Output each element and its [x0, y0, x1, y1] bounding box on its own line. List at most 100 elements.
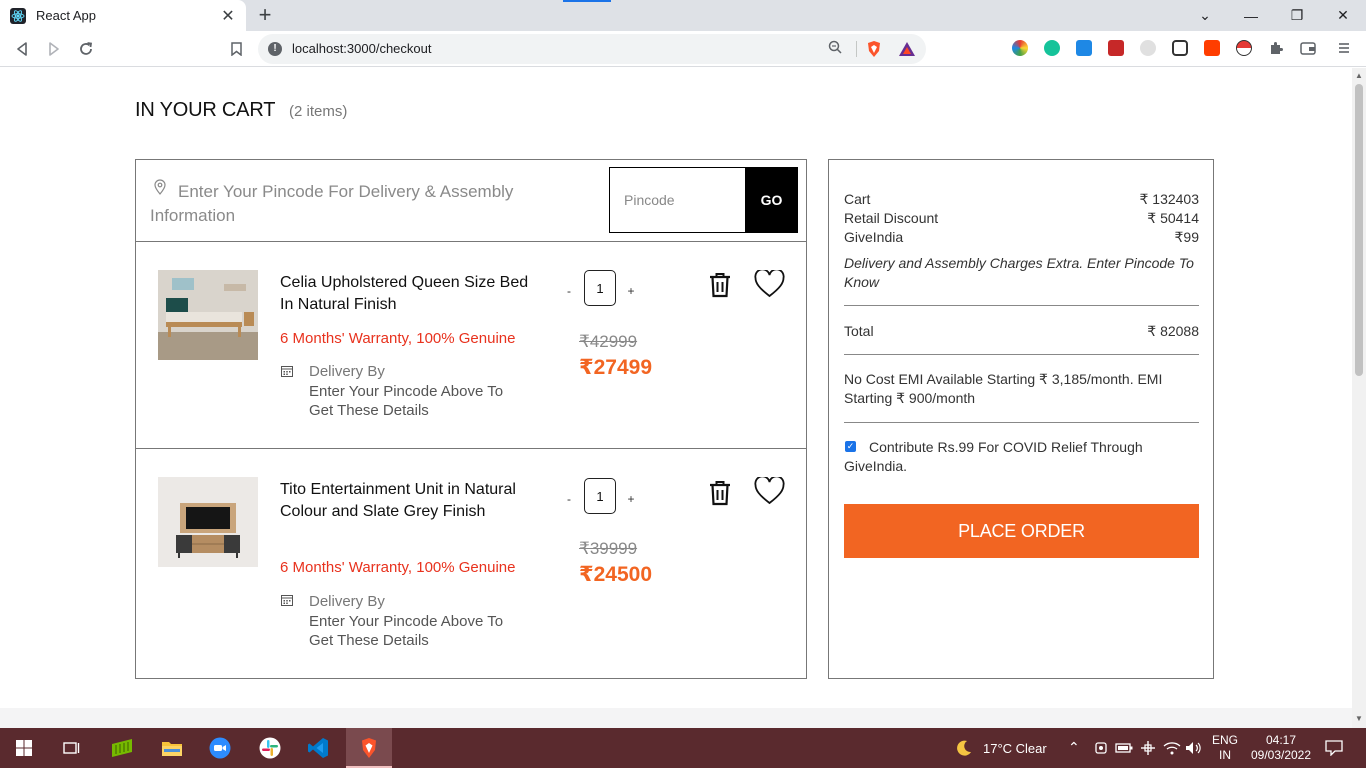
new-tab-button[interactable]: +: [256, 4, 274, 26]
discount-label: Retail Discount: [844, 210, 939, 226]
summary-cart-row: Cart ₹ 132403: [844, 191, 1199, 208]
scrollbar-thumb[interactable]: [1355, 84, 1363, 376]
omnibox-divider: [856, 41, 857, 57]
slack-app-icon[interactable]: [258, 736, 282, 760]
color-picker-extension-icon[interactable]: [1012, 40, 1028, 56]
pincode-go-button[interactable]: GO: [745, 167, 798, 233]
calendar-icon: [281, 364, 293, 377]
quantity-increase-button[interactable]: +: [626, 492, 636, 506]
browser-tab-strip: React App ✕ + ⌄ — ❐ ✕: [0, 0, 1366, 31]
url-text[interactable]: localhost:3000/checkout: [292, 41, 431, 56]
discount-value: ₹ 50414: [1147, 210, 1199, 226]
close-window-button[interactable]: ✕: [1320, 0, 1366, 31]
tray-app-icon[interactable]: [1089, 736, 1113, 760]
file-explorer-icon[interactable]: [160, 736, 184, 760]
windows-start-icon[interactable]: [12, 736, 36, 760]
screen-record-extension-icon[interactable]: [1172, 40, 1188, 56]
product-image-tv-unit[interactable]: [158, 477, 258, 567]
download-extension-icon[interactable]: [1076, 40, 1092, 56]
cart-item: Celia Upholstered Queen Size Bed In Natu…: [136, 242, 806, 449]
brave-browser-icon[interactable]: [357, 736, 381, 760]
scroll-down-icon[interactable]: ▼: [1354, 714, 1364, 724]
back-icon[interactable]: [10, 37, 34, 61]
weather-text[interactable]: 17°C Clear: [983, 741, 1047, 756]
brave-rewards-icon[interactable]: [898, 41, 916, 57]
emi-info: No Cost EMI Available Starting ₹ 3,185/m…: [844, 371, 1163, 406]
wallet-icon[interactable]: [1300, 40, 1316, 56]
address-bar[interactable]: ! localhost:3000/checkout: [258, 34, 926, 64]
extensions-puzzle-icon[interactable]: [1268, 40, 1284, 56]
site-info-icon[interactable]: !: [268, 42, 282, 56]
total-label: Total: [844, 323, 874, 339]
vscode-app-icon[interactable]: [306, 736, 330, 760]
wishlist-heart-icon[interactable]: [754, 475, 785, 505]
zoom-app-icon[interactable]: [208, 736, 232, 760]
place-order-button[interactable]: PLACE ORDER: [844, 504, 1199, 558]
original-price: ₹39999: [579, 539, 638, 558]
quantity-increase-button[interactable]: +: [626, 284, 636, 298]
nvidia-app-icon[interactable]: [110, 736, 134, 760]
pincode-section: Enter Your Pincode For Delivery & Assemb…: [136, 160, 806, 242]
minimize-button[interactable]: —: [1228, 0, 1274, 31]
delete-trash-icon[interactable]: [708, 272, 732, 298]
quantity-decrease-button[interactable]: -: [564, 284, 574, 298]
giveindia-label: GiveIndia: [844, 229, 904, 245]
language-indicator[interactable]: ENG IN: [1210, 733, 1240, 763]
extension-icon[interactable]: [1204, 40, 1220, 56]
delivery-info: Enter Your Pincode Above To Get These De…: [309, 383, 504, 419]
calendar-icon: [281, 593, 293, 606]
task-view-icon[interactable]: [60, 736, 84, 760]
quantity-value[interactable]: 1: [584, 270, 616, 306]
delete-trash-icon[interactable]: [708, 480, 732, 506]
wifi-icon[interactable]: [1160, 736, 1184, 760]
tab-close-icon[interactable]: ✕: [220, 6, 236, 26]
delivery-label: Delivery By: [309, 593, 385, 610]
bookmark-icon[interactable]: [224, 37, 248, 61]
forward-icon[interactable]: [42, 37, 66, 61]
tab-list-button[interactable]: ⌄: [1182, 0, 1228, 31]
reload-icon[interactable]: [74, 37, 98, 61]
browser-tab[interactable]: React App ✕: [0, 0, 246, 31]
delivery-info: Enter Your Pincode Above To Get These De…: [309, 613, 504, 649]
battery-icon[interactable]: [1112, 736, 1136, 760]
grammarly-extension-icon[interactable]: [1044, 40, 1060, 56]
quantity-decrease-button[interactable]: -: [564, 492, 574, 506]
pokeball-extension-icon[interactable]: [1236, 40, 1252, 56]
contribute-checkbox[interactable]: ✓: [845, 441, 856, 452]
summary-divider: [844, 422, 1199, 423]
cart-value: ₹ 132403: [1139, 191, 1199, 207]
menu-icon[interactable]: [1336, 40, 1352, 56]
page-scrollbar[interactable]: ▲ ▼: [1352, 68, 1366, 728]
windows-taskbar: 17°C Clear ⌃ ENG IN 04:17 09/03/2022: [0, 728, 1366, 768]
tray-chevron-up-icon[interactable]: ⌃: [1068, 739, 1080, 756]
tab-title: React App: [36, 8, 96, 23]
product-image-bed[interactable]: [158, 270, 258, 360]
extension-icon[interactable]: [1140, 40, 1156, 56]
summary-divider: [844, 305, 1199, 306]
pincode-prompt: Enter Your Pincode For Delivery & Assemb…: [150, 182, 514, 225]
restore-button[interactable]: ❐: [1274, 0, 1320, 31]
wishlist-heart-icon[interactable]: [754, 268, 785, 298]
quantity-value[interactable]: 1: [584, 478, 616, 514]
product-name[interactable]: Celia Upholstered Queen Size Bed In Natu…: [280, 272, 530, 316]
network-icon[interactable]: [1136, 736, 1160, 760]
volume-icon[interactable]: [1182, 736, 1206, 760]
clock-time: 04:17: [1265, 733, 1297, 747]
notifications-icon[interactable]: [1322, 736, 1346, 760]
product-name[interactable]: Tito Entertainment Unit in Natural Colou…: [280, 479, 530, 523]
weather-moon-icon[interactable]: [952, 736, 976, 760]
clock[interactable]: 04:17 09/03/2022: [1246, 733, 1316, 763]
summary-divider: [844, 354, 1199, 355]
language-code: ENG: [1211, 733, 1238, 747]
page-title: IN YOUR CART: [135, 99, 276, 121]
summary-discount-row: Retail Discount ₹ 50414: [844, 210, 1199, 227]
scroll-up-icon[interactable]: ▲: [1354, 71, 1364, 81]
zoom-icon[interactable]: [828, 40, 842, 57]
language-region: IN: [1219, 748, 1231, 762]
delivery-charges-note: Delivery and Assembly Charges Extra. Ent…: [844, 255, 1194, 290]
clock-date: 09/03/2022: [1250, 748, 1312, 762]
tab-strip-accent: [563, 0, 611, 2]
brave-shields-icon[interactable]: [866, 40, 882, 58]
pincode-input[interactable]: [609, 167, 746, 233]
extension-icon[interactable]: [1108, 40, 1124, 56]
